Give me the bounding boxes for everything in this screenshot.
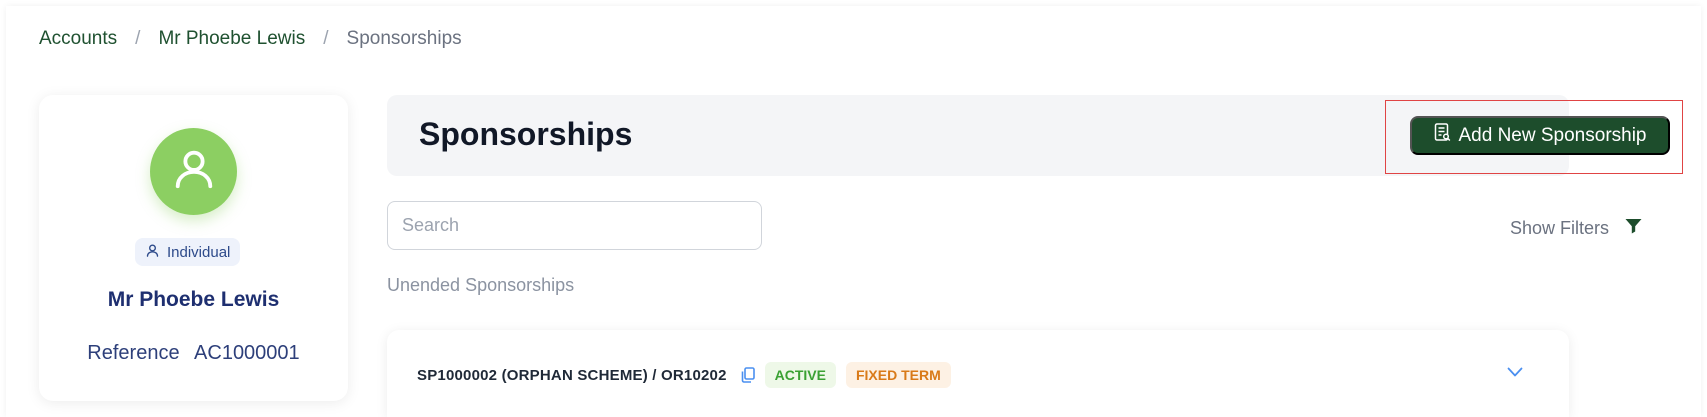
breadcrumb-accounts-link[interactable]: Accounts [39,28,117,50]
breadcrumb: Accounts / Mr Phoebe Lewis / Sponsorship… [39,28,462,50]
add-button-label: Add New Sponsorship [1458,124,1647,146]
document-icon [1434,123,1451,148]
show-filters-toggle[interactable]: Show Filters [1510,218,1642,239]
user-icon [171,146,217,197]
chevron-down-icon[interactable] [1507,364,1523,382]
breadcrumb-separator: / [135,28,141,49]
status-badge-active: ACTIVE [764,362,836,388]
show-filters-label: Show Filters [1510,218,1610,238]
sponsorship-card[interactable]: SP1000002 (ORPHAN SCHEME) / OR10202 ACTI… [387,330,1569,417]
reference-label: Reference [87,342,180,364]
sponsorship-id: SP1000002 (ORPHAN SCHEME) / OR10202 [417,366,727,384]
profile-card: Individual Mr Phoebe Lewis Reference AC1… [39,95,348,401]
filter-icon [1625,218,1642,239]
sponsorship-row: SP1000002 (ORPHAN SCHEME) / OR10202 ACTI… [417,362,951,388]
breadcrumb-current: Sponsorships [346,28,462,49]
user-icon [145,243,160,262]
profile-name: Mr Phoebe Lewis [107,288,280,311]
search-input[interactable] [387,201,762,250]
add-new-sponsorship-button[interactable]: Add New Sponsorship [1410,116,1670,155]
account-type-badge: Individual [135,238,241,266]
breadcrumb-account-link[interactable]: Mr Phoebe Lewis [158,28,305,50]
section-label: Unended Sponsorships [387,275,575,295]
page-title: Sponsorships [419,116,633,152]
term-badge: FIXED TERM [845,362,951,388]
copy-icon[interactable] [741,367,755,383]
account-type-label: Individual [167,243,231,261]
avatar [150,128,237,215]
breadcrumb-separator: / [323,28,329,49]
reference-value: AC1000001 [194,342,300,364]
profile-reference: Reference AC1000001 [39,342,348,365]
